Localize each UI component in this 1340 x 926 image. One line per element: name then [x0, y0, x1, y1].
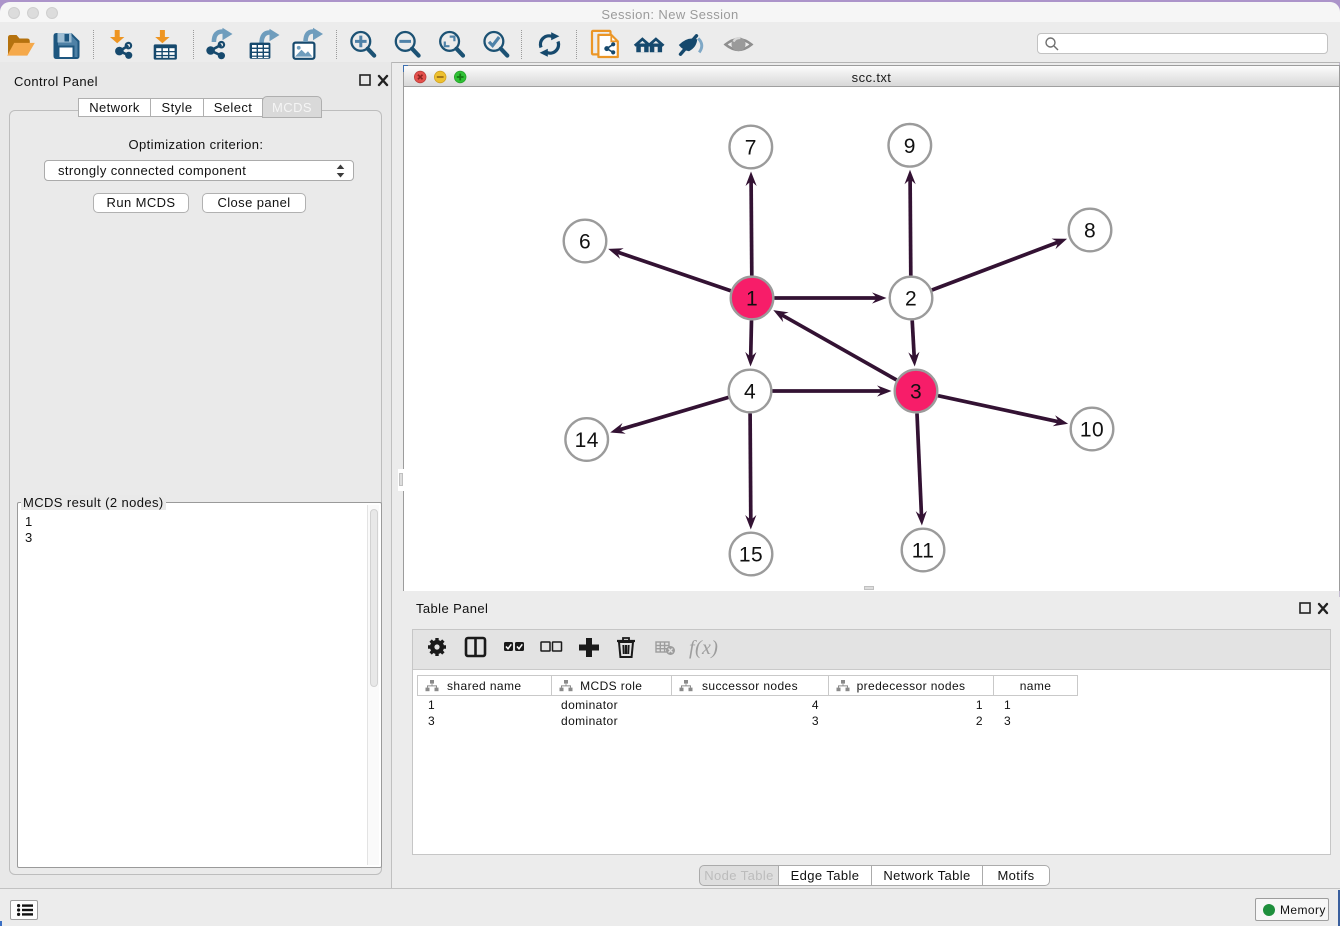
svg-text:1: 1: [746, 288, 758, 311]
svg-text:2: 2: [905, 288, 917, 311]
svg-text:11: 11: [912, 540, 935, 563]
svg-text:4: 4: [744, 381, 756, 404]
svg-text:6: 6: [579, 231, 591, 254]
svg-text:8: 8: [1084, 220, 1096, 243]
svg-text:10: 10: [1080, 419, 1104, 442]
svg-text:9: 9: [904, 135, 916, 158]
svg-text:14: 14: [575, 429, 599, 452]
svg-text:f(x): f(x): [689, 637, 718, 659]
svg-text:7: 7: [745, 137, 757, 160]
svg-text:15: 15: [739, 544, 763, 567]
svg-text:3: 3: [910, 381, 922, 404]
